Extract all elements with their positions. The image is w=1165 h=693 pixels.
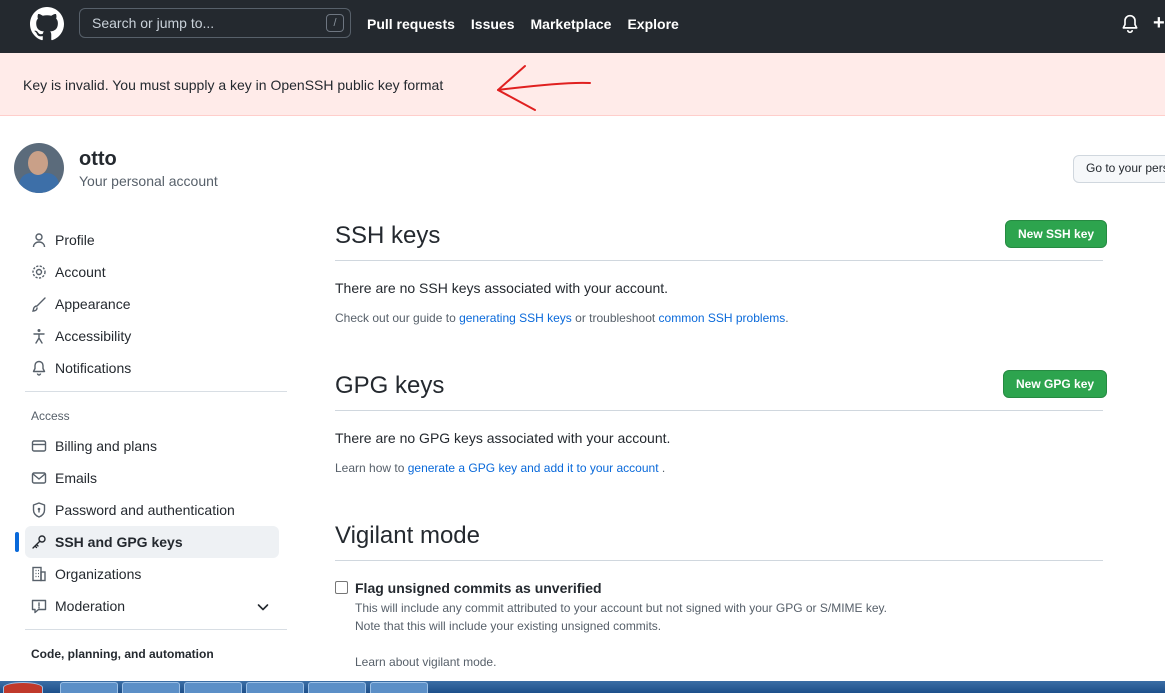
sidebar-item-label: Moderation xyxy=(55,598,126,614)
sidebar-item-appearance[interactable]: Appearance xyxy=(25,288,279,320)
nav-pull-requests[interactable]: Pull requests xyxy=(367,16,455,32)
vigilant-note-1: This will include any commit attributed … xyxy=(355,601,888,615)
gpg-help-text: Learn how to generate a GPG key and add … xyxy=(335,461,665,475)
organization-icon xyxy=(32,566,46,582)
flash-message: Key is invalid. You must supply a key in… xyxy=(23,77,444,93)
annotation-arrow-icon xyxy=(497,65,591,111)
key-icon xyxy=(32,535,46,549)
global-nav: Pull requests Issues Marketplace Explore xyxy=(367,16,679,32)
gpg-help-suffix: . xyxy=(658,461,666,475)
slash-shortcut-hint: / xyxy=(326,14,344,32)
sidebar-item-label: Organizations xyxy=(55,566,142,582)
ssh-help-middle: or troubleshoot xyxy=(571,311,659,325)
sidebar-item-label: Accessibility xyxy=(55,328,132,344)
paintbrush-icon xyxy=(32,297,46,312)
gear-icon xyxy=(32,265,46,279)
start-button[interactable] xyxy=(3,682,43,693)
create-new-plus-icon[interactable]: + xyxy=(1153,12,1165,35)
sidebar-heading-code-planning: Code, planning, and automation xyxy=(31,647,214,661)
taskbar-app[interactable] xyxy=(246,682,304,693)
sidebar-heading-access: Access xyxy=(31,409,70,423)
sidebar-item-accessibility[interactable]: Accessibility xyxy=(25,320,279,352)
sidebar-item-notifications[interactable]: Notifications xyxy=(25,352,279,384)
sidebar-item-label: Billing and plans xyxy=(55,438,157,454)
go-to-profile-button[interactable]: Go to your personal profile xyxy=(1073,155,1165,183)
sidebar-item-ssh-gpg-keys[interactable]: SSH and GPG keys xyxy=(25,526,279,558)
nav-marketplace[interactable]: Marketplace xyxy=(531,16,612,32)
generating-ssh-keys-link[interactable]: generating SSH keys xyxy=(459,311,572,325)
sidebar-item-label: Appearance xyxy=(55,296,131,312)
sidebar-item-billing[interactable]: Billing and plans xyxy=(25,430,279,462)
new-ssh-key-button[interactable]: New SSH key xyxy=(1005,220,1108,248)
github-logo-icon[interactable] xyxy=(30,7,64,41)
ssh-empty-message: There are no SSH keys associated with yo… xyxy=(335,280,669,296)
section-divider xyxy=(335,560,1103,561)
sidebar-item-account[interactable]: Account xyxy=(25,256,279,288)
ssh-help-prefix: Check out our guide to xyxy=(335,311,460,325)
ssh-help-text: Check out our guide to generating SSH ke… xyxy=(335,311,789,325)
notifications-bell-icon[interactable] xyxy=(1121,14,1139,34)
username[interactable]: otto xyxy=(79,148,117,171)
sidebar-item-password-auth[interactable]: Password and authentication xyxy=(25,494,279,526)
vigilant-mode-heading: Vigilant mode xyxy=(335,522,480,549)
sidebar-item-label: Emails xyxy=(55,470,98,486)
vigilant-note-2: Note that this will include your existin… xyxy=(355,619,662,633)
gpg-keys-heading: GPG keys xyxy=(335,372,445,399)
nav-explore[interactable]: Explore xyxy=(627,16,678,32)
gpg-help-prefix: Learn how to xyxy=(335,461,408,475)
bell-icon xyxy=(32,360,46,376)
avatar[interactable] xyxy=(14,143,64,193)
sidebar-item-moderation[interactable]: Moderation xyxy=(25,590,279,622)
sidebar-item-emails[interactable]: Emails xyxy=(25,462,279,494)
search-input[interactable]: Search or jump to... / xyxy=(79,8,351,38)
sidebar-item-label: SSH and GPG keys xyxy=(55,534,183,550)
common-ssh-problems-link[interactable]: common SSH problems xyxy=(659,311,786,325)
sidebar-item-label: Password and authentication xyxy=(55,502,235,518)
shield-lock-icon xyxy=(32,502,46,518)
taskbar-app[interactable] xyxy=(122,682,180,693)
credit-card-icon xyxy=(31,440,47,452)
sidebar-item-organizations[interactable]: Organizations xyxy=(25,558,279,590)
flag-unsigned-commits-label[interactable]: Flag unsigned commits as unverified xyxy=(355,580,602,596)
taskbar-app[interactable] xyxy=(370,682,428,693)
flag-unsigned-commits-checkbox[interactable] xyxy=(335,581,348,594)
sidebar-item-label: Account xyxy=(55,264,106,280)
global-header: Search or jump to... / Pull requests Iss… xyxy=(0,0,1165,53)
taskbar-app[interactable] xyxy=(60,682,118,693)
gpg-empty-message: There are no GPG keys associated with yo… xyxy=(335,430,671,446)
account-subtitle: Your personal account xyxy=(79,173,218,189)
mail-icon xyxy=(31,472,47,484)
active-item-indicator xyxy=(15,532,19,552)
person-icon xyxy=(32,233,46,248)
learn-vigilant-mode-link[interactable]: Learn about vigilant mode. xyxy=(355,655,496,669)
sidebar-item-label: Notifications xyxy=(55,360,132,376)
accessibility-icon xyxy=(33,329,45,344)
ssh-keys-heading: SSH keys xyxy=(335,222,441,249)
sidebar-divider xyxy=(25,391,287,392)
search-placeholder: Search or jump to... xyxy=(92,15,215,31)
chevron-down-icon[interactable] xyxy=(255,599,271,615)
section-divider xyxy=(335,410,1103,411)
ssh-help-suffix: . xyxy=(785,311,789,325)
taskbar-app[interactable] xyxy=(308,682,366,693)
section-divider xyxy=(335,260,1103,261)
sidebar-item-label: Profile xyxy=(55,232,95,248)
report-icon xyxy=(31,599,47,614)
taskbar-app[interactable] xyxy=(184,682,242,693)
new-gpg-key-button[interactable]: New GPG key xyxy=(1003,370,1108,398)
nav-issues[interactable]: Issues xyxy=(471,16,515,32)
generate-gpg-key-link[interactable]: generate a GPG key and add it to your ac… xyxy=(408,461,659,475)
sidebar-item-profile[interactable]: Profile xyxy=(25,224,279,256)
sidebar-divider xyxy=(25,629,287,630)
